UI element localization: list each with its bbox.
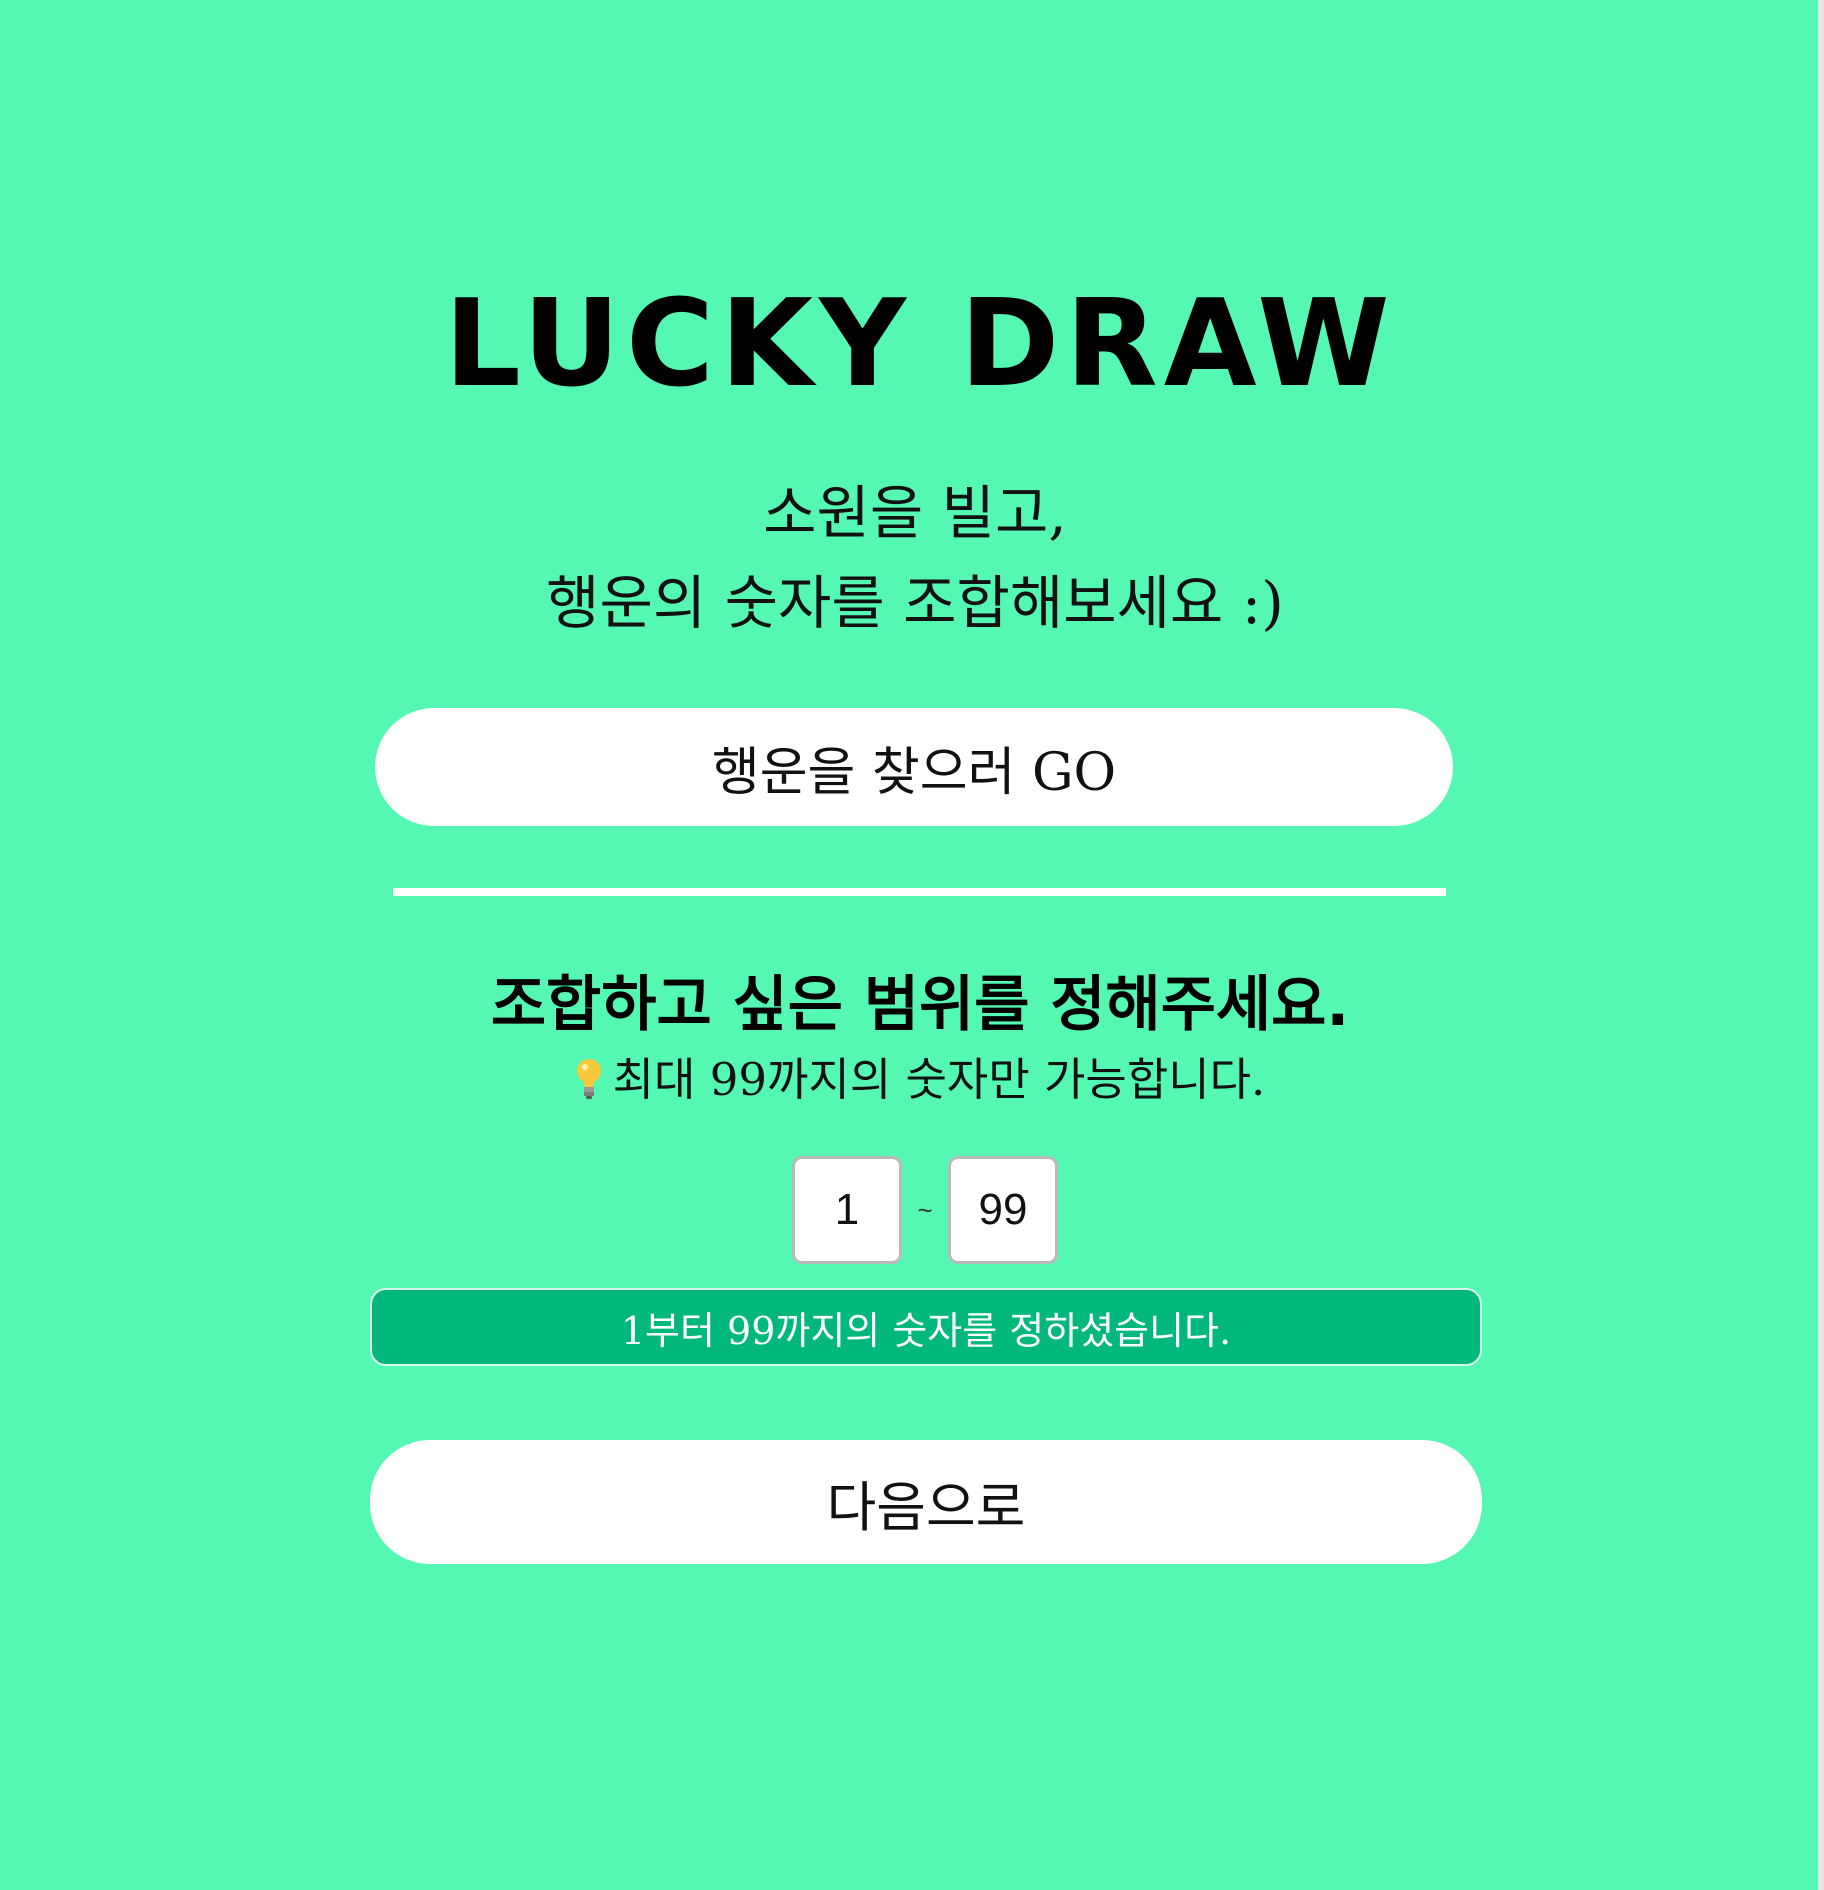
go-button[interactable]: 행운을 찾으러 GO [375, 708, 1453, 826]
range-min-input[interactable] [792, 1156, 902, 1264]
app-title: LUCKY DRAW [444, 275, 1396, 414]
range-status-message: 1부터 99까지의 숫자를 정하셨습니다. [370, 1288, 1482, 1366]
divider [393, 888, 1446, 896]
hint-text: 최대 99까지의 숫자만 가능합니다. [612, 1053, 1266, 1106]
next-button[interactable]: 다음으로 [370, 1440, 1482, 1564]
range-max-input[interactable] [948, 1156, 1058, 1264]
go-button-label: 행운을 찾으러 GO [711, 742, 1117, 803]
subtitle-line-1: 소원을 빌고, [763, 479, 1067, 547]
range-separator: ~ [917, 1194, 933, 1225]
subtitle-line-2: 행운의 숫자를 조합해보세요 :) [546, 569, 1284, 637]
range-inputs: ~ [792, 1156, 1058, 1264]
range-hint: 최대 99까지의 숫자만 가능합니다. [0, 1050, 1824, 1110]
next-button-label: 다음으로 [826, 1475, 1026, 1539]
range-heading: 조합하고 싶은 범위를 정해주세요. [490, 970, 1350, 1040]
lightbulb-icon [575, 1057, 603, 1101]
subtitle: 소원을 빌고, 행운의 숫자를 조합해보세요 :) [0, 468, 1824, 648]
status-text: 1부터 99까지의 숫자를 정하셨습니다. [620, 1308, 1232, 1353]
